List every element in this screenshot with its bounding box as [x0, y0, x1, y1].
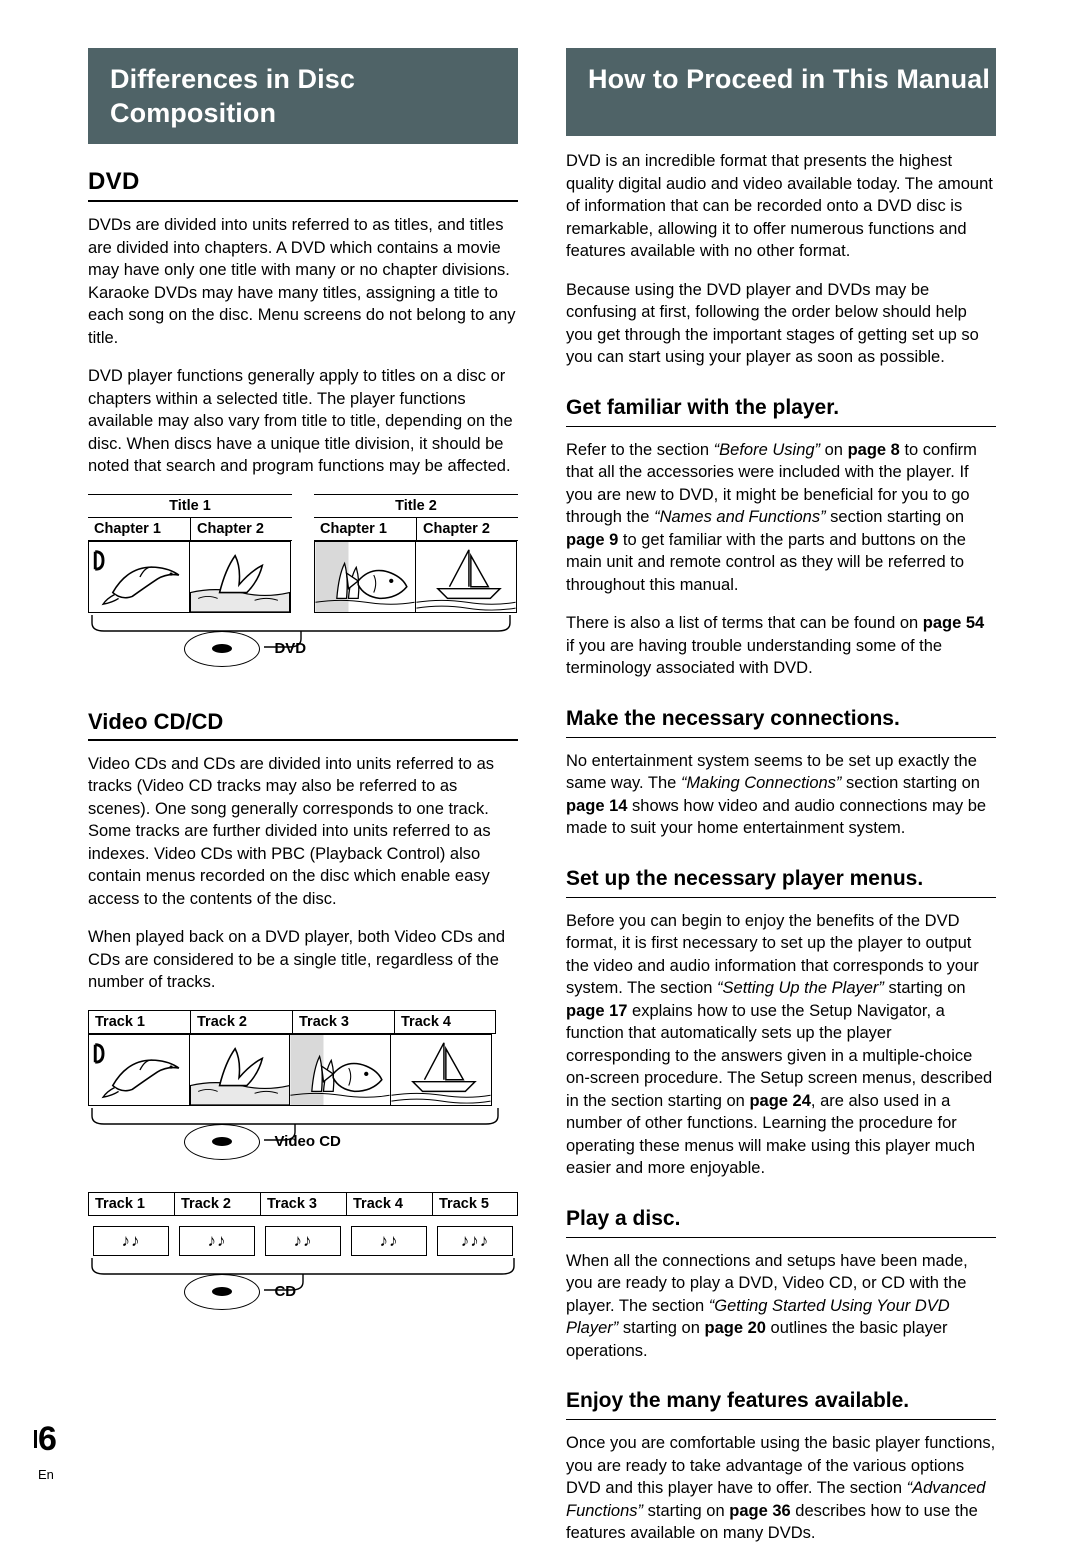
- dvd-chapter-label-2: Chapter 2: [190, 517, 292, 541]
- heading-play-a-disc: Play a disc.: [566, 1206, 681, 1230]
- videocd-track-label-row: Track 1 Track 2 Track 3 Track 4: [88, 1009, 518, 1034]
- heading-video-cd-cd: Video CD/CD: [88, 708, 224, 734]
- dvd-title-group-1: Title 1 Chapter 1 Chapter 2: [88, 493, 292, 613]
- cd-track-label-3: Track 3: [260, 1191, 346, 1216]
- thumbnail-whale-tail: [188, 540, 291, 613]
- dvd-paragraph-1: DVDs are divided into units referred to …: [88, 216, 516, 347]
- music-note-icon: ♪♪♪: [437, 1225, 513, 1256]
- cd-track-label-1: Track 1: [88, 1191, 174, 1216]
- dvd-thumbnail-row-2: [314, 540, 518, 613]
- left-banner-title: Differences in Disc Composition: [88, 48, 518, 144]
- make-connections-paragraph-1: No entertainment system seems to be set …: [566, 751, 987, 838]
- dvd-title-row: Title 1 Chapter 1 Chapter 2 Title 2 Chap…: [88, 493, 518, 613]
- thumbnail-fish: [314, 540, 416, 613]
- right-column: How to Proceed in This Manual DVD is an …: [566, 48, 996, 1561]
- dvd-paragraph-2: DVD player functions generally apply to …: [88, 367, 513, 475]
- dvd-disc-icon-group: DVD: [184, 630, 307, 667]
- cd-structure-figure: Track 1 Track 2 Track 3 Track 4 Track 5 …: [88, 1191, 518, 1326]
- videocd-brace-area: Video CD: [88, 1106, 518, 1176]
- get-familiar-paragraph-2: There is also a list of terms that can b…: [566, 614, 985, 677]
- divider: [566, 425, 996, 427]
- manual-page: Differences in Disc Composition DVD DVDs…: [0, 0, 1080, 1542]
- videocd-paragraph-2: When played back on a DVD player, both V…: [88, 928, 506, 991]
- disc-icon: [184, 1273, 260, 1310]
- enjoy-features-paragraph-1: Once you are comfortable using the basic…: [566, 1434, 996, 1542]
- thumbnail-sailboat: [414, 540, 517, 613]
- play-a-disc-paragraph-1: When all the connections and setups have…: [566, 1251, 968, 1360]
- cd-disc-label: CD: [274, 1283, 297, 1300]
- right-banner-title: How to Proceed in This Manual: [566, 48, 996, 136]
- music-note-icon: ♪♪: [265, 1225, 341, 1256]
- videocd-paragraph-1: Video CDs and CDs are divided into units…: [88, 754, 494, 908]
- dvd-title-label-1: Title 1: [88, 493, 292, 518]
- music-note-icon: ♪♪: [93, 1225, 169, 1256]
- cd-track-label-row: Track 1 Track 2 Track 3 Track 4 Track 5: [88, 1191, 518, 1216]
- dvd-chapter-label-4: Chapter 2: [416, 517, 518, 541]
- cd-disc-icon-group: CD: [184, 1273, 297, 1310]
- thumbnail-dolphin: [88, 1033, 190, 1106]
- divider: [566, 1236, 996, 1238]
- intro-paragraph-2: Because using the DVD player and DVDs ma…: [566, 280, 979, 367]
- page-marker-bar: [34, 1430, 37, 1448]
- music-note-icon: ♪♪: [179, 1225, 255, 1256]
- cd-track-label-4: Track 4: [346, 1191, 432, 1216]
- heading-dvd: DVD: [88, 168, 140, 195]
- page-number-value: 6: [38, 1420, 57, 1458]
- brace-cd: [91, 1257, 515, 1291]
- cd-note-row: ♪♪ ♪♪ ♪♪ ♪♪ ♪♪♪: [88, 1225, 518, 1256]
- heading-enjoy-features: Enjoy the many features available.: [566, 1389, 910, 1412]
- heading-setup-menus: Set up the necessary player menus.: [566, 866, 924, 890]
- cd-track-label-5: Track 5: [432, 1191, 518, 1216]
- divider: [566, 736, 996, 738]
- dvd-disc-label: DVD: [274, 640, 307, 657]
- cd-brace-area: CD: [88, 1256, 518, 1326]
- dvd-title-group-2: Title 2 Chapter 1 Chapter 2: [314, 493, 518, 613]
- heading-make-connections: Make the necessary connections.: [566, 706, 900, 730]
- disc-icon: [184, 1123, 260, 1160]
- page-number: 6 En: [38, 1422, 57, 1492]
- dvd-brace-area: DVD: [88, 613, 518, 683]
- videocd-track-label-2: Track 2: [190, 1009, 292, 1034]
- dvd-chapter-row-1: Chapter 1 Chapter 2: [88, 517, 292, 541]
- divider: [88, 738, 518, 741]
- cd-track-label-2: Track 2: [174, 1191, 260, 1216]
- dvd-title-label-2: Title 2: [314, 493, 518, 518]
- divider: [88, 200, 518, 202]
- videocd-thumbnail-row: [88, 1033, 518, 1106]
- disc-icon: [184, 630, 260, 667]
- thumbnail-whale-tail: [188, 1033, 291, 1106]
- videocd-track-label-4: Track 4: [394, 1009, 496, 1034]
- get-familiar-paragraph-1: Refer to the section “Before Using” on p…: [566, 440, 977, 594]
- thumbnail-sailboat: [389, 1033, 492, 1106]
- music-note-icon: ♪♪: [351, 1225, 427, 1256]
- dvd-chapter-label-1: Chapter 1: [88, 518, 190, 541]
- dvd-chapter-label-3: Chapter 1: [314, 518, 416, 541]
- page-language-code: En: [38, 1467, 54, 1482]
- dvd-thumbnail-row-1: [88, 540, 292, 613]
- videocd-disc-label: Video CD: [274, 1133, 341, 1150]
- left-column: Differences in Disc Composition DVD DVDs…: [88, 48, 518, 1326]
- divider: [566, 1419, 996, 1420]
- thumbnail-fish: [289, 1033, 391, 1106]
- thumbnail-dolphin: [88, 540, 190, 613]
- videocd-text-block: Video CDs and CDs are divided into units…: [88, 753, 518, 994]
- divider: [566, 896, 996, 898]
- videocd-disc-icon-group: Video CD: [184, 1123, 341, 1160]
- dvd-chapter-row-2: Chapter 1 Chapter 2: [314, 517, 518, 541]
- dvd-text-block: DVDs are divided into units referred to …: [88, 214, 518, 478]
- videocd-track-label-3: Track 3: [292, 1009, 394, 1034]
- videocd-structure-figure: Track 1 Track 2 Track 3 Track 4 Video CD: [88, 1009, 518, 1176]
- videocd-track-label-1: Track 1: [88, 1009, 190, 1034]
- intro-paragraph-1: DVD is an incredible format that present…: [566, 152, 993, 260]
- dvd-structure-figure: Title 1 Chapter 1 Chapter 2 Title 2 Chap…: [88, 493, 518, 683]
- heading-get-familiar: Get familiar with the player.: [566, 395, 840, 419]
- setup-menus-paragraph-1: Before you can begin to enjoy the benefi…: [566, 911, 993, 1178]
